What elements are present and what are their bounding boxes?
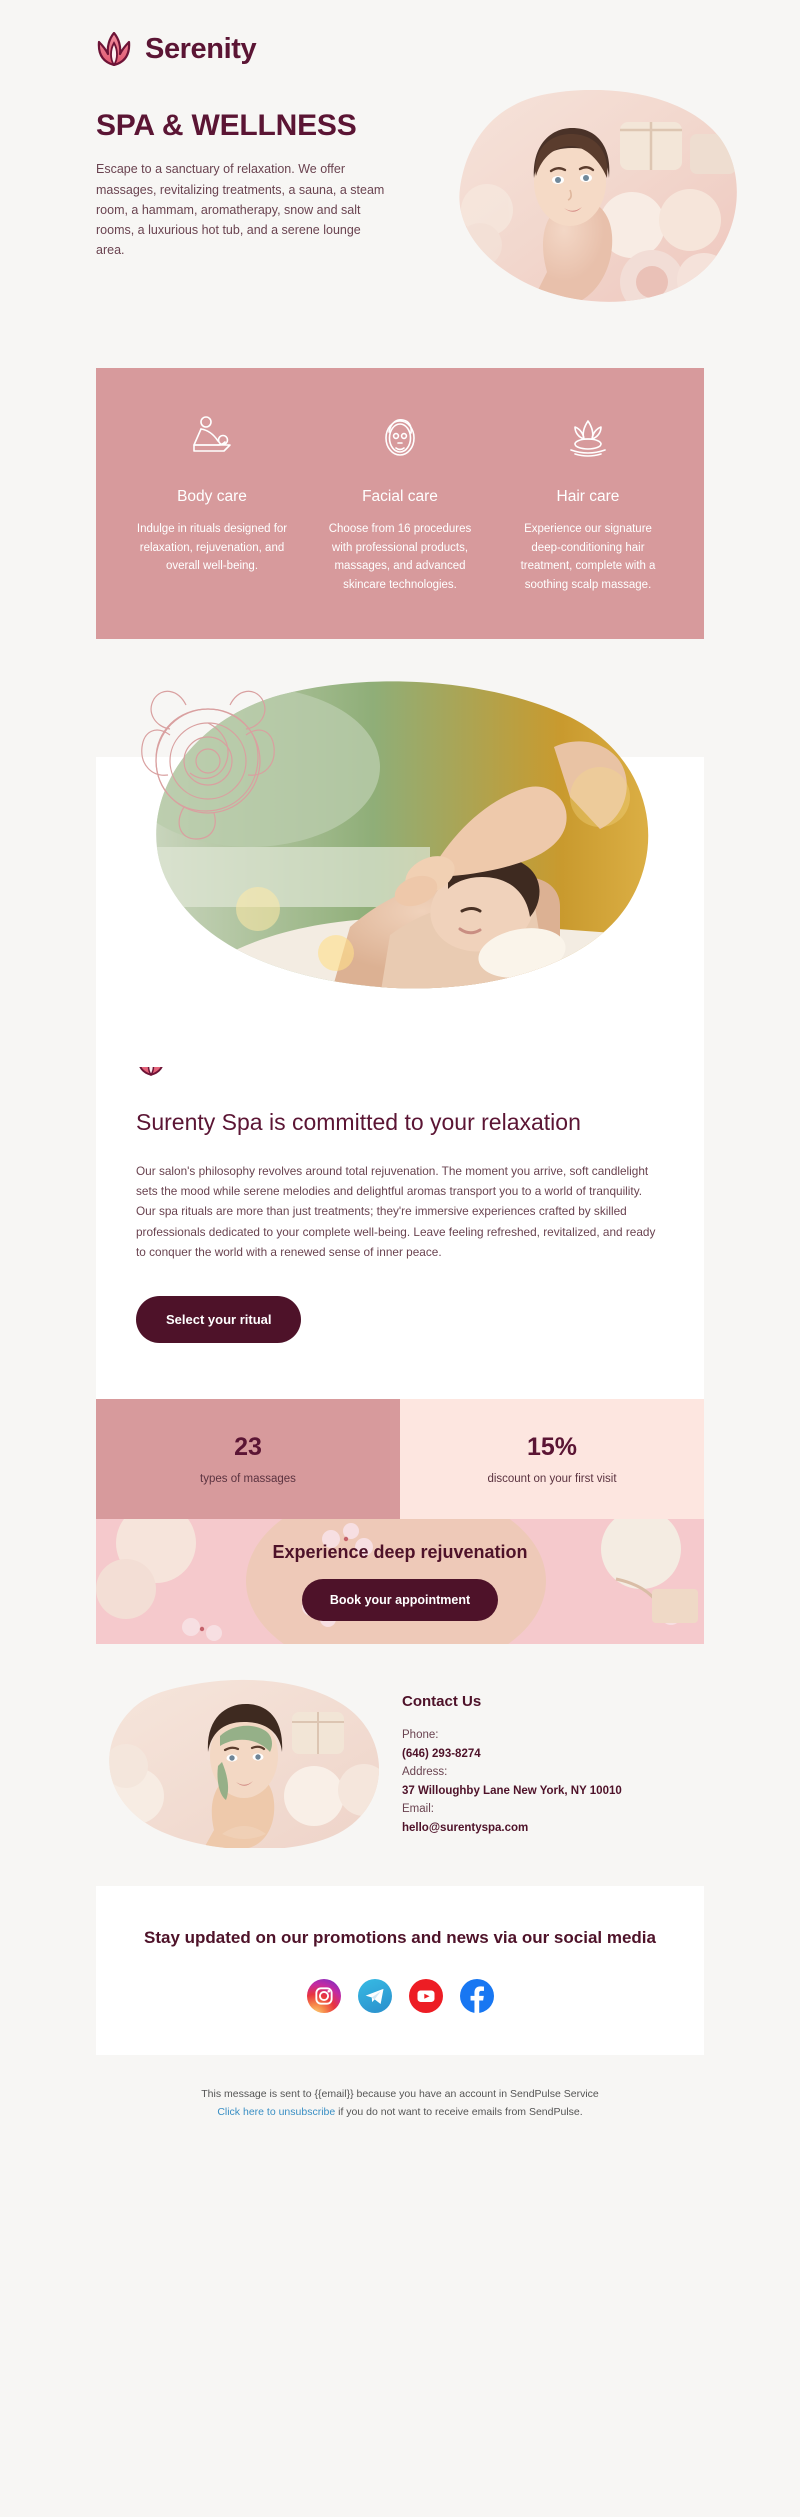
phone-label: Phone: (402, 1728, 439, 1741)
stat-first-visit-discount: 15% discount on your first visit (400, 1399, 704, 1520)
footer-line-2: Click here to unsubscribe if you do not … (60, 2103, 740, 2121)
hero-section: SPA & WELLNESS Escape to a sanctuary of … (0, 90, 800, 340)
social-section: Stay updated on our promotions and news … (96, 1886, 704, 2055)
face-mask-icon (320, 408, 480, 466)
rose-outline-icon (141, 690, 275, 840)
appointment-banner: Experience deep rejuvenation Book your a… (96, 1519, 704, 1645)
facebook-icon[interactable] (459, 1978, 494, 2013)
book-appointment-button[interactable]: Book your appointment (301, 1579, 499, 1622)
select-ritual-button[interactable]: Select your ritual (136, 1296, 302, 1344)
unsubscribe-link[interactable]: Click here to unsubscribe (217, 2106, 335, 2118)
email-footer: This message is sent to {{email}} becaus… (0, 2055, 800, 2156)
banner-content: Experience deep rejuvenation Book your a… (96, 1519, 704, 1644)
service-body-care: Body care Indulge in rituals designed fo… (118, 408, 306, 595)
philosophy-section: Surenty Spa is committed to your relaxat… (96, 1036, 704, 1400)
social-heading: Stay updated on our promotions and news … (144, 1928, 656, 1948)
service-hair-care: Hair care Experience our signature deep-… (494, 408, 682, 595)
instagram-icon[interactable] (306, 1978, 341, 2013)
brand-header: Serenity (0, 0, 800, 66)
service-facial-care: Facial care Choose from 16 procedures wi… (306, 408, 494, 595)
address-label: Address: (402, 1766, 448, 1779)
stat-value: 15% (526, 1433, 578, 1462)
section-title: Surenty Spa is committed to your relaxat… (136, 1108, 581, 1135)
service-title: Hair care (556, 488, 620, 505)
stats-row: 23 types of massages 15% discount on you… (96, 1399, 704, 1520)
hero-description: Escape to a sanctuary of relaxation. We … (96, 162, 385, 258)
section-body: Our salon's philosophy revolves around t… (136, 1163, 656, 1259)
service-title: Facial care (362, 488, 438, 505)
contact-image (109, 1680, 380, 1849)
contact-heading: Contact Us (402, 1692, 482, 1710)
email-page: Serenity SPA & WELLNESS Escape to a sanc… (0, 0, 800, 2156)
phone-value[interactable]: (646) 293-8274 (402, 1745, 622, 1764)
email-value[interactable]: hello@surentyspa.com (402, 1819, 622, 1838)
contact-section: Contact Us Phone: (646) 293-8274 Address… (0, 1644, 800, 1878)
telegram-icon[interactable] (357, 1978, 392, 2013)
footer-line-1: This message is sent to {{email}} becaus… (201, 2087, 599, 2100)
stat-label: types of massages (200, 1473, 296, 1486)
social-icons-row (126, 1978, 674, 2013)
hero-image (459, 90, 737, 302)
services-band: Body care Indulge in rituals designed fo… (96, 368, 704, 639)
footer-tail: if you do not want to receive emails fro… (335, 2106, 583, 2119)
stat-value: 23 (234, 1433, 262, 1462)
lotus-water-icon (508, 408, 668, 466)
email-label: Email: (402, 1803, 434, 1816)
address-value: 37 Willoughby Lane New York, NY 10010 (402, 1784, 622, 1797)
stat-label: discount on your first visit (487, 1473, 617, 1486)
lotus-icon (97, 32, 131, 66)
service-desc: Indulge in rituals designed for relaxati… (136, 523, 288, 573)
service-desc: Choose from 16 procedures with professio… (328, 523, 472, 591)
stat-massage-types: 23 types of massages (96, 1399, 400, 1520)
brand-name: Serenity (145, 32, 257, 65)
contact-details: Contact Us Phone: (646) 293-8274 Address… (396, 1689, 622, 1838)
massage-table-icon (132, 408, 292, 466)
service-desc: Experience our signature deep-conditioni… (520, 523, 656, 591)
massage-photo-section (0, 667, 800, 1067)
youtube-icon[interactable] (408, 1978, 443, 2013)
page-title: SPA & WELLNESS (96, 109, 357, 142)
hero-copy: SPA & WELLNESS Escape to a sanctuary of … (96, 108, 406, 261)
banner-title: Experience deep rejuvenation (272, 1542, 528, 1563)
service-title: Body care (177, 488, 247, 505)
